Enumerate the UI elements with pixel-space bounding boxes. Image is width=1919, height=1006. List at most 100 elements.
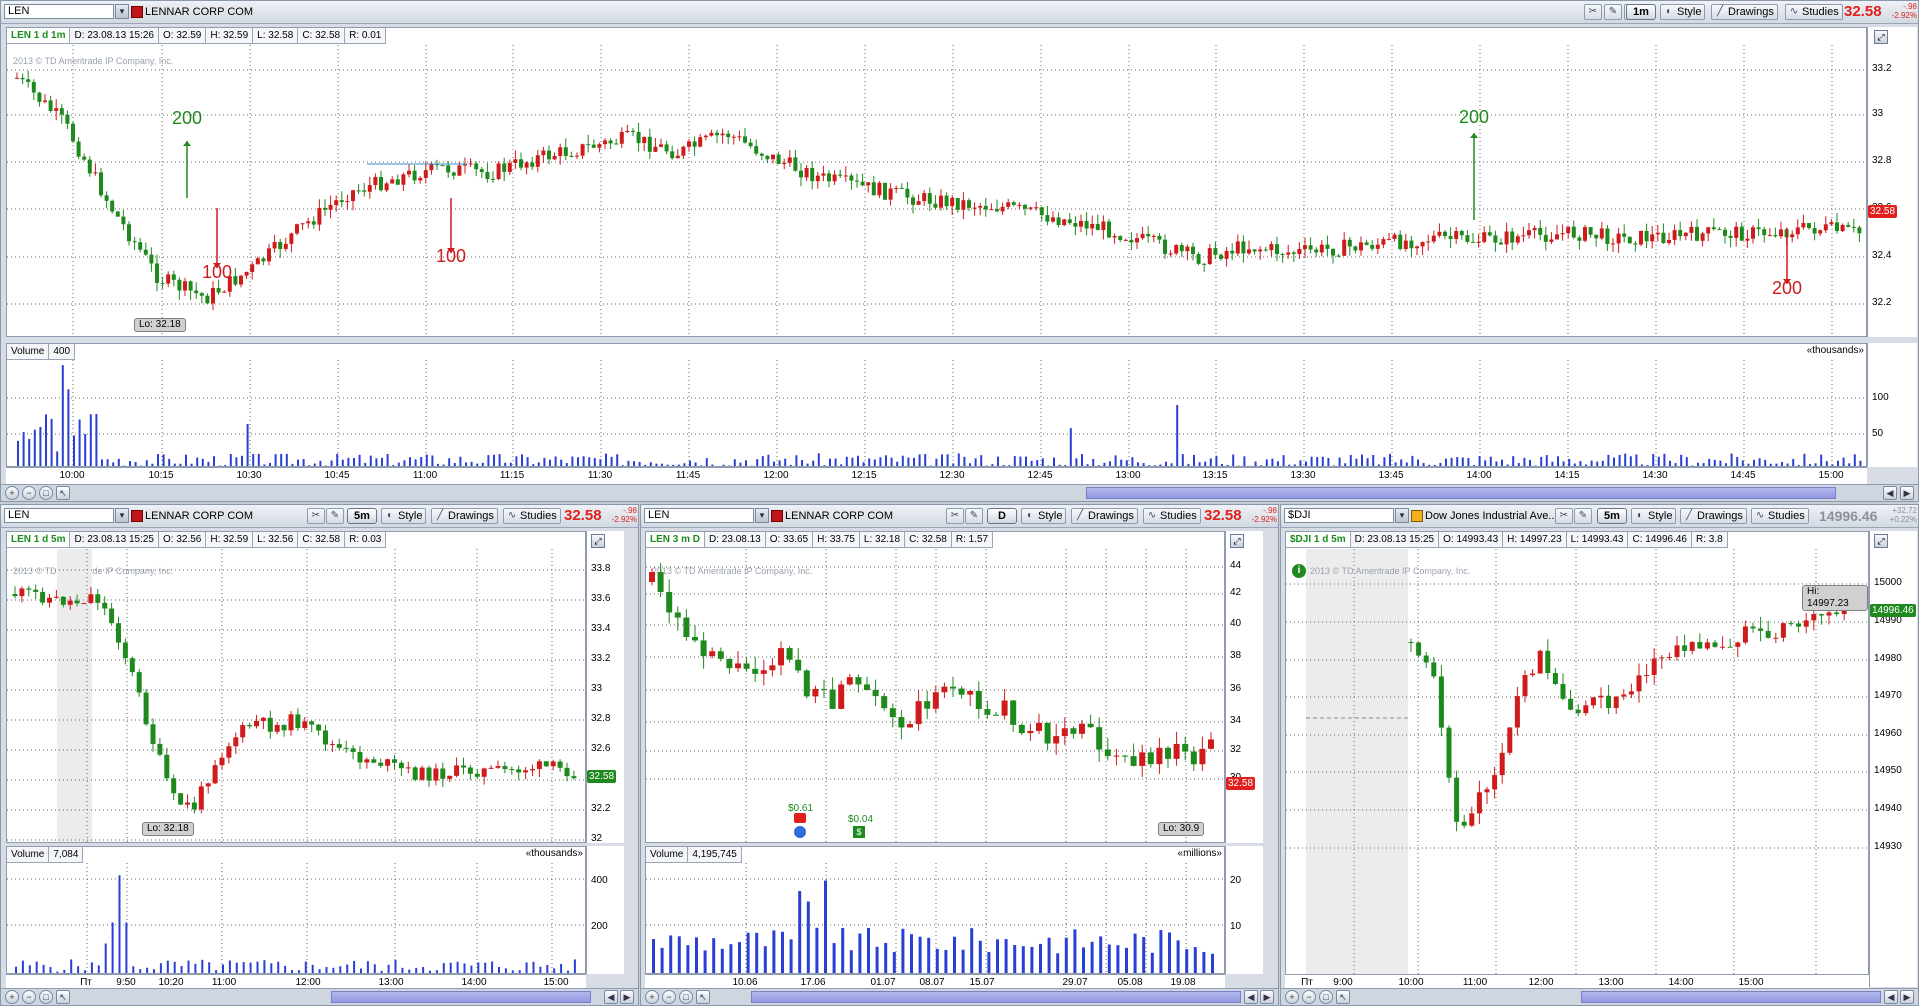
- drawings-button[interactable]: ╱ Drawings: [431, 508, 498, 524]
- zoom-fit-icon[interactable]: □: [1319, 990, 1333, 1004]
- scroll-thumb[interactable]: [1581, 991, 1881, 1003]
- tools-icon[interactable]: ✂: [1555, 508, 1573, 524]
- scroll-right-icon[interactable]: ▶: [620, 990, 634, 1004]
- scroll-thumb[interactable]: [1086, 487, 1836, 499]
- studies-icon: ∿: [507, 510, 517, 521]
- pointer-icon[interactable]: ↖: [696, 990, 710, 1004]
- candle: [1773, 637, 1779, 639]
- expand-icon[interactable]: ⤢: [1874, 534, 1888, 548]
- candle: [281, 724, 287, 731]
- aggregation-period[interactable]: 5m: [1597, 508, 1627, 524]
- zoom-in-icon[interactable]: +: [645, 990, 659, 1004]
- zoom-in-icon[interactable]: +: [5, 990, 19, 1004]
- bl-price-axis[interactable]: ⤢ 33.833.633.433.23332.832.632.432.232 3…: [586, 531, 624, 844]
- scroll-right-icon[interactable]: ▶: [1900, 990, 1914, 1004]
- symbol-input[interactable]: LEN: [4, 508, 114, 523]
- expand-icon[interactable]: ⤢: [1230, 534, 1244, 548]
- bl-volume-panel[interactable]: Volume 7,084 «thousands»: [6, 846, 586, 974]
- top-scrollbar[interactable]: + − □ ↖ ◀ ▶: [1, 484, 1918, 501]
- tools-icon[interactable]: ✂: [946, 508, 964, 524]
- net-change: -.98 -2.92%: [1251, 506, 1277, 524]
- pointer-icon[interactable]: ↖: [1336, 990, 1350, 1004]
- zoom-in-icon[interactable]: +: [5, 486, 19, 500]
- bm-price-axis[interactable]: ⤢ 4442403836343230 32.58: [1225, 531, 1263, 843]
- candle: [1484, 789, 1490, 793]
- zoom-out-icon[interactable]: −: [1302, 990, 1316, 1004]
- scroll-left-icon[interactable]: ◀: [1884, 990, 1898, 1004]
- dividend-icon[interactable]: $: [853, 826, 865, 838]
- symbol-dropdown-icon[interactable]: ▼: [115, 508, 129, 523]
- style-button[interactable]: ◐ Style: [1660, 4, 1706, 20]
- pencil-icon[interactable]: ✎: [965, 508, 983, 524]
- zoom-out-icon[interactable]: −: [22, 486, 36, 500]
- br-price-axis[interactable]: ⤢ 15000 14990 14980 14970 14960 14950 14940 149…: [1869, 531, 1917, 987]
- symbol-dropdown-icon[interactable]: ▼: [1395, 508, 1409, 523]
- volume-bar: [470, 965, 473, 973]
- symbol-dropdown-icon[interactable]: ▼: [755, 508, 769, 523]
- drawings-button[interactable]: ╱ Drawings: [1071, 508, 1138, 524]
- info-icon[interactable]: i: [1292, 564, 1306, 578]
- candle: [907, 724, 913, 728]
- drawings-button[interactable]: ╱ Drawings: [1680, 508, 1747, 524]
- br-scrollbar[interactable]: + − □ ↖ ◀ ▶: [1281, 988, 1918, 1005]
- info-pin-icon[interactable]: [794, 826, 806, 838]
- scroll-left-icon[interactable]: ◀: [1883, 486, 1897, 500]
- style-button[interactable]: ◐ Style: [381, 508, 427, 524]
- bm-price-panel[interactable]: LEN 3 m D D: 23.08.13 O: 33.65 H: 33.75 …: [645, 531, 1225, 843]
- symbol-dropdown-icon[interactable]: ▼: [115, 4, 129, 19]
- br-price-panel[interactable]: $DJI 1 d 5m D: 23.08.13 15:25 O: 14993.4…: [1285, 531, 1869, 987]
- style-icon: ◐: [1026, 510, 1034, 521]
- volume-bar: [449, 962, 452, 973]
- aggregation-period[interactable]: D: [987, 508, 1017, 524]
- scroll-right-icon[interactable]: ▶: [1900, 486, 1914, 500]
- bm-scrollbar[interactable]: + − □ ↖ ◀ ▶: [641, 988, 1278, 1005]
- tools-icon[interactable]: ✂: [307, 508, 325, 524]
- bl-scrollbar[interactable]: + − □ ↖ ◀ ▶: [1, 988, 638, 1005]
- studies-button[interactable]: ∿ Studies: [1785, 4, 1843, 20]
- candle: [1036, 722, 1042, 731]
- earnings-icon[interactable]: [794, 813, 806, 823]
- pencil-icon[interactable]: ✎: [1574, 508, 1592, 524]
- candle: [1499, 242, 1503, 245]
- tools-icon[interactable]: ✂: [1584, 4, 1602, 20]
- drawings-button[interactable]: ╱ Drawings: [1711, 4, 1778, 20]
- studies-button[interactable]: ∿ Studies: [1143, 508, 1201, 524]
- studies-button[interactable]: ∿ Studies: [1751, 508, 1809, 524]
- scroll-thumb[interactable]: [751, 991, 1241, 1003]
- scroll-thumb[interactable]: [331, 991, 591, 1003]
- top-price-axis[interactable]: ⤢ 33.23332.832.632.432.2 32.58: [1867, 27, 1917, 337]
- top-price-panel[interactable]: LEN 1 d 1m D: 23.08.13 15:26 O: 32.59 H:…: [6, 27, 1867, 337]
- bm-volume-panel[interactable]: Volume 4,195,745 «millions»: [645, 846, 1225, 974]
- aggregation-period[interactable]: 5m: [347, 508, 377, 524]
- studies-button[interactable]: ∿ Studies: [503, 508, 561, 524]
- style-button[interactable]: ◐ Style: [1631, 508, 1677, 524]
- scroll-right-icon[interactable]: ▶: [1260, 990, 1274, 1004]
- pencil-icon[interactable]: ✎: [326, 508, 344, 524]
- zoom-fit-icon[interactable]: □: [679, 990, 693, 1004]
- symbol-input[interactable]: $DJI: [1284, 508, 1394, 523]
- aggregation-period[interactable]: 1m: [1626, 4, 1656, 20]
- candle: [1235, 241, 1240, 254]
- price-tick: 32.8: [1872, 155, 1892, 166]
- expand-icon[interactable]: ⤢: [591, 534, 605, 548]
- zoom-in-icon[interactable]: +: [1285, 990, 1299, 1004]
- zoom-fit-icon[interactable]: □: [39, 990, 53, 1004]
- top-volume-panel[interactable]: Volume 400 «thousands»: [6, 343, 1867, 467]
- volume-bar: [1114, 455, 1117, 466]
- candle: [288, 714, 294, 731]
- zoom-out-icon[interactable]: −: [22, 990, 36, 1004]
- pointer-icon[interactable]: ↖: [56, 990, 70, 1004]
- symbol-input[interactable]: LEN: [644, 508, 754, 523]
- candle: [815, 175, 820, 182]
- pencil-icon[interactable]: ✎: [1604, 4, 1622, 20]
- scroll-left-icon[interactable]: ◀: [1244, 990, 1258, 1004]
- symbol-input[interactable]: LEN: [4, 4, 114, 19]
- pointer-icon[interactable]: ↖: [56, 486, 70, 500]
- volume-bar: [745, 460, 747, 466]
- style-button[interactable]: ◐ Style: [1021, 508, 1067, 524]
- zoom-fit-icon[interactable]: □: [39, 486, 53, 500]
- scroll-left-icon[interactable]: ◀: [604, 990, 618, 1004]
- bl-price-panel[interactable]: LEN 1 d 5m D: 23.08.13 15:25 O: 32.56 H:…: [6, 531, 586, 843]
- zoom-out-icon[interactable]: −: [662, 990, 676, 1004]
- expand-icon[interactable]: ⤢: [1874, 30, 1888, 44]
